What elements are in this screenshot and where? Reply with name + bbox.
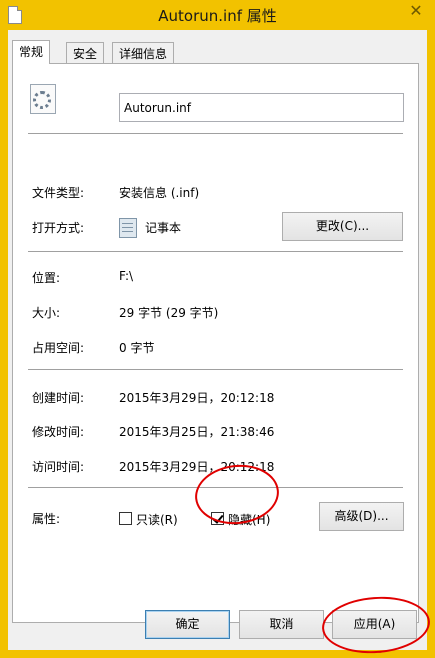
modified-label: 修改时间: <box>32 425 85 439</box>
change-button[interactable]: 更改(C)... <box>282 212 403 241</box>
size-on-disk-value: 0 字节 <box>119 341 155 355</box>
cancel-button[interactable]: 取消 <box>239 610 324 639</box>
hidden-label: 隐藏(H) <box>228 513 271 527</box>
ok-button[interactable]: 确定 <box>145 610 230 639</box>
checkbox-box[interactable] <box>211 512 224 525</box>
size-on-disk-label: 占用空间: <box>32 341 85 355</box>
divider <box>28 369 403 370</box>
attributes-label: 属性: <box>32 512 61 526</box>
file-type-value: 安装信息 (.inf) <box>119 186 200 200</box>
general-panel: 文件类型: 安装信息 (.inf) 打开方式: 记事本 更改(C)... 位置:… <box>12 63 419 623</box>
notepad-icon <box>119 218 137 238</box>
modified-value: 2015年3月25日，21:38:46 <box>119 425 275 439</box>
created-value: 2015年3月29日，20:12:18 <box>119 391 275 405</box>
size-label: 大小: <box>32 306 61 320</box>
divider <box>28 133 403 134</box>
tab-general[interactable]: 常规 <box>12 40 51 64</box>
close-icon: ✕ <box>409 1 423 20</box>
settings-file-icon <box>30 84 56 114</box>
opens-with-value: 记事本 <box>145 221 182 235</box>
created-label: 创建时间: <box>32 391 85 405</box>
apply-button[interactable]: 应用(A) <box>332 610 417 639</box>
advanced-button[interactable]: 高级(D)... <box>319 502 404 531</box>
checkbox-box[interactable] <box>119 512 132 525</box>
file-type-label: 文件类型: <box>32 186 85 200</box>
size-value: 29 字节 (29 字节) <box>119 306 219 320</box>
close-button[interactable]: ✕ <box>403 1 429 21</box>
checkmark-icon <box>212 512 224 524</box>
tab-security[interactable]: 安全 <box>66 42 105 64</box>
location-value: F:\ <box>119 269 134 283</box>
dialog-client: 常规 安全 详细信息 文件类型: 安装信息 (.inf) 打开方式: 记事本 更… <box>8 30 427 650</box>
filename-input[interactable] <box>119 93 404 122</box>
accessed-value: 2015年3月29日，20:12:18 <box>119 460 275 474</box>
location-label: 位置: <box>32 271 61 285</box>
tab-details[interactable]: 详细信息 <box>112 42 175 64</box>
divider <box>28 251 403 252</box>
opens-with-label: 打开方式: <box>32 221 85 235</box>
divider <box>28 487 403 488</box>
accessed-label: 访问时间: <box>32 460 85 474</box>
window-title: Autorun.inf 属性 <box>158 7 277 25</box>
readonly-label: 只读(R) <box>136 513 178 527</box>
gear-icon <box>33 91 51 109</box>
title-bar: Autorun.inf 属性 ✕ <box>0 0 435 30</box>
